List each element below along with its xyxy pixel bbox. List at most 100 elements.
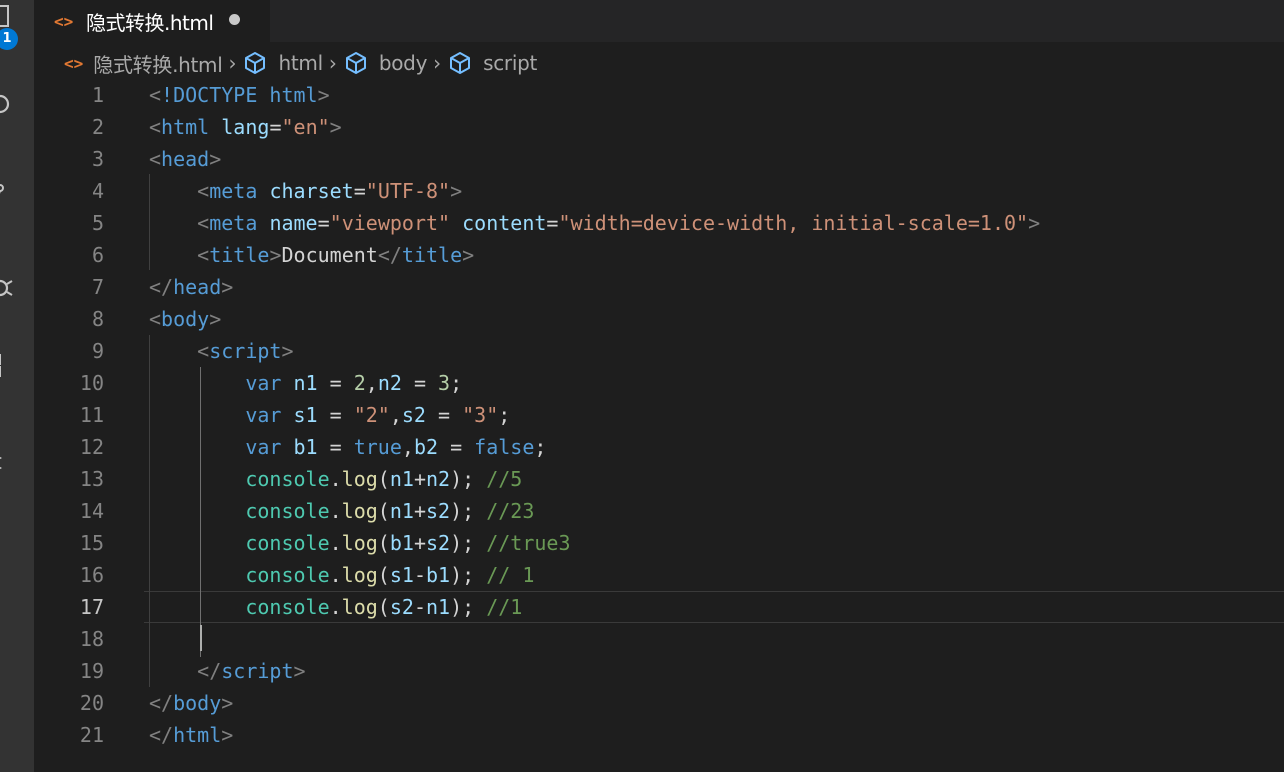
code-token: = xyxy=(269,115,282,139)
code-token: "UTF-8" xyxy=(365,179,451,203)
code-line[interactable]: 3 <head> xyxy=(34,143,1284,175)
code-token: , xyxy=(389,403,402,427)
code-token: console xyxy=(245,499,330,523)
code-line[interactable]: 6 <title>Document</title> xyxy=(34,239,1284,271)
line-number: 21 xyxy=(79,723,104,747)
code-line[interactable]: 11 var s1 = "2",s2 = "3"; xyxy=(34,399,1284,431)
explorer-icon[interactable] xyxy=(0,2,14,28)
code-line[interactable]: 17 console.log(s2-n1); //1 xyxy=(34,591,1284,623)
code-token: meta xyxy=(209,211,258,235)
code-line[interactable]: 8 <body> xyxy=(34,303,1284,335)
code-line[interactable]: 21 </html> xyxy=(34,719,1284,751)
line-number: 13 xyxy=(79,467,104,491)
debug-icon[interactable] xyxy=(0,274,14,300)
code-text: console.log(s2-n1); //1 xyxy=(149,591,522,623)
code-text: </body> xyxy=(149,687,233,719)
code-token: s1 xyxy=(293,403,318,427)
line-number: 3 xyxy=(91,147,104,171)
symbol-element-icon xyxy=(450,52,471,74)
code-line[interactable]: 12 var b1 = true,b2 = false; xyxy=(34,431,1284,463)
breadcrumb-item-script[interactable]: script xyxy=(483,51,537,75)
code-line[interactable]: 13 console.log(n1+n2); //5 xyxy=(34,463,1284,495)
code-line[interactable]: 9 <script> xyxy=(34,335,1284,367)
code-token: 3 xyxy=(438,371,451,395)
code-line[interactable]: 7 </head> xyxy=(34,271,1284,303)
code-line[interactable]: 1 <!DOCTYPE html> xyxy=(34,79,1284,111)
code-line[interactable]: 19 </script> xyxy=(34,655,1284,687)
code-token: < xyxy=(149,147,162,171)
code-token: //1 xyxy=(486,595,523,619)
search-icon[interactable] xyxy=(0,92,14,118)
code-line[interactable]: 2 <html lang="en"> xyxy=(34,111,1284,143)
breadcrumb-item-file[interactable]: 隐式转换.html xyxy=(93,49,223,78)
code-token: > xyxy=(221,723,234,747)
code-token: </ xyxy=(377,243,402,267)
code-token: var xyxy=(245,403,282,427)
breadcrumb-item-body[interactable]: body xyxy=(379,51,428,75)
code-token: > xyxy=(462,243,475,267)
code-token: !DOCTYPE html xyxy=(161,83,318,107)
code-token: > xyxy=(209,147,222,171)
symbol-element-icon xyxy=(345,52,366,74)
code-line[interactable]: 4 <meta charset="UTF-8"> xyxy=(34,175,1284,207)
code-token: lang xyxy=(221,115,270,139)
html-file-icon: <> xyxy=(64,53,84,73)
code-token: = xyxy=(438,435,475,459)
code-text: <meta name="viewport" content="width=dev… xyxy=(149,207,1040,239)
code-token: name xyxy=(269,211,318,235)
code-token: b1 xyxy=(293,435,318,459)
code-token: title xyxy=(401,243,463,267)
code-token: , xyxy=(365,371,378,395)
code-line[interactable]: 16 console.log(s1-b1); // 1 xyxy=(34,559,1284,591)
tab-bar: <> 隐式转换.html xyxy=(34,0,1284,42)
source-control-icon[interactable] xyxy=(0,180,14,206)
code-token: < xyxy=(197,211,210,235)
breadcrumb-item-html[interactable]: html xyxy=(278,51,323,75)
code-token: s2 xyxy=(425,499,451,523)
code-line[interactable]: 18 xyxy=(34,623,1284,655)
code-token: false xyxy=(474,435,535,459)
code-token: ( xyxy=(377,595,390,619)
unsaved-dot-icon[interactable] xyxy=(229,13,241,25)
code-token: n1 xyxy=(389,467,414,491)
code-token: ); xyxy=(450,467,487,491)
code-editor[interactable]: 1 <!DOCTYPE html> 2 <html lang="en"> 3 <head>… xyxy=(34,78,1284,772)
code-token: charset xyxy=(269,179,354,203)
code-token: > xyxy=(281,339,294,363)
code-token: true xyxy=(353,435,402,459)
code-line[interactable]: 20 </body> xyxy=(34,687,1284,719)
editor-tab[interactable]: <> 隐式转换.html xyxy=(34,0,270,42)
code-text: var n1 = 2,n2 = 3; xyxy=(149,367,462,399)
code-token: > xyxy=(317,83,330,107)
code-line[interactable]: 10 var n1 = 2,n2 = 3; xyxy=(34,367,1284,399)
code-token: "width=device-width, initial-scale=1.0" xyxy=(558,211,1029,235)
code-token: > xyxy=(269,243,282,267)
breadcrumb: <> 隐式转换.html › html › body › script xyxy=(64,46,537,80)
extensions-icon[interactable] xyxy=(0,352,14,378)
code-token: + xyxy=(413,467,426,491)
code-token: ( xyxy=(377,499,390,523)
remote-icon[interactable] xyxy=(0,446,14,472)
code-token: html xyxy=(161,115,210,139)
code-line[interactable]: 15 console.log(b1+s2); //true3 xyxy=(34,527,1284,559)
code-token: html xyxy=(173,723,222,747)
code-token: //5 xyxy=(486,467,523,491)
line-number: 7 xyxy=(91,275,104,299)
code-token: content xyxy=(462,211,547,235)
code-line[interactable]: 5 <meta name="viewport" content="width=d… xyxy=(34,207,1284,239)
line-number: 14 xyxy=(79,499,104,523)
code-token: < xyxy=(149,83,162,107)
code-token: ( xyxy=(377,531,390,555)
code-token: body xyxy=(173,691,222,715)
code-line[interactable]: 14 console.log(n1+s2); //23 xyxy=(34,495,1284,527)
line-number: 5 xyxy=(91,211,104,235)
line-number: 2 xyxy=(91,115,104,139)
code-token: = xyxy=(401,371,439,395)
code-token: < xyxy=(197,179,210,203)
